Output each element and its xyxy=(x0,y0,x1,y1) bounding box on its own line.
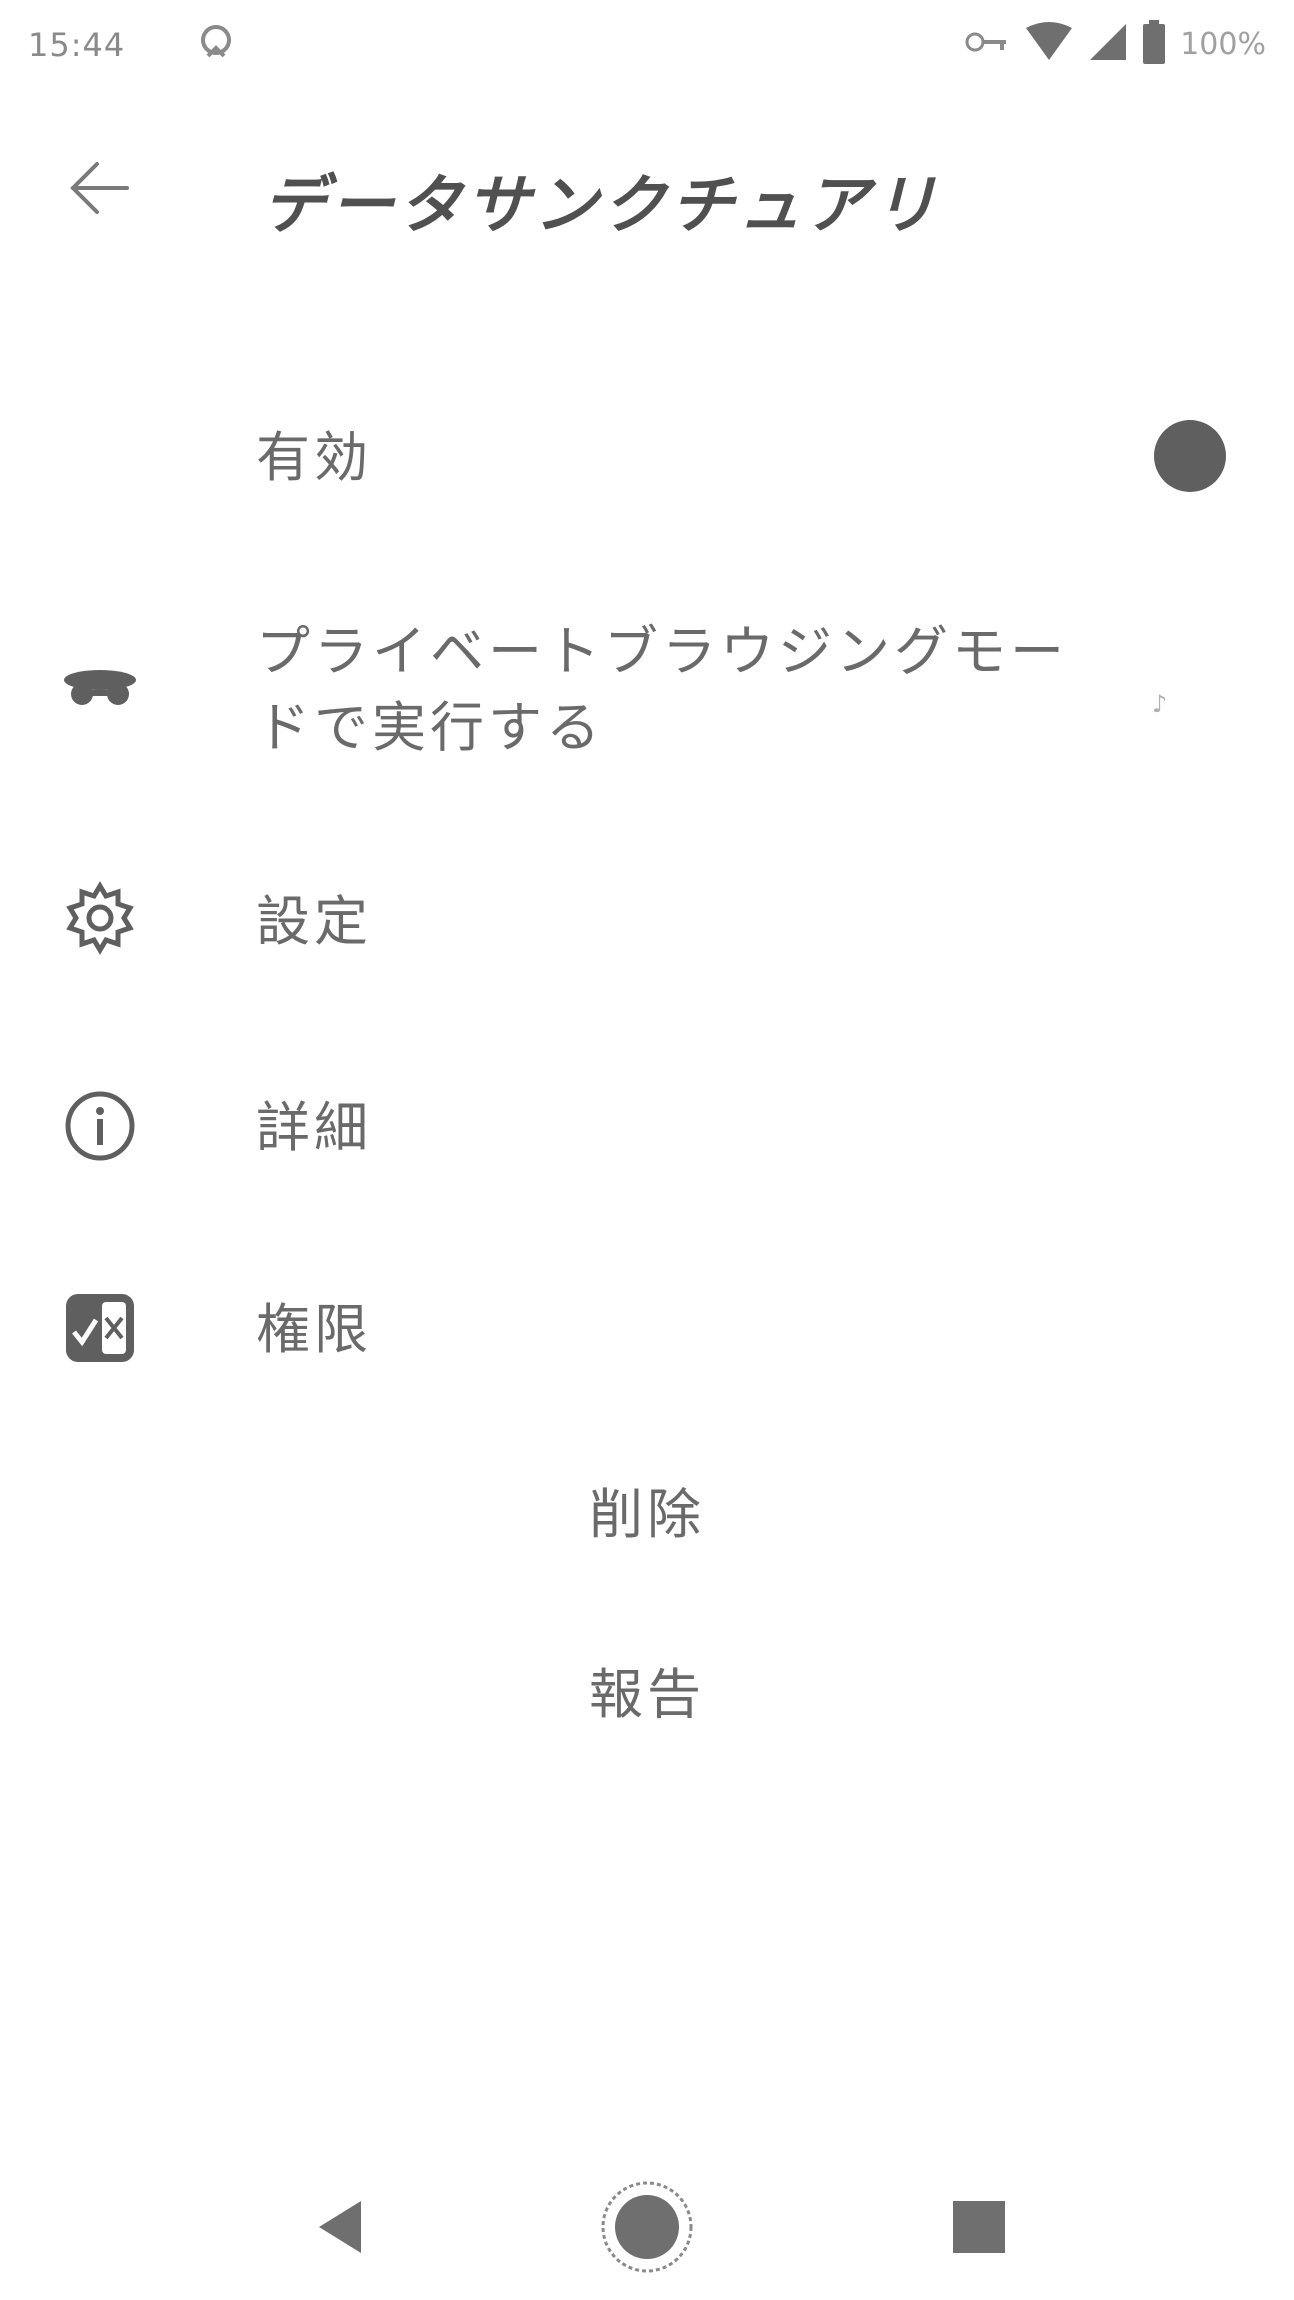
status-bar: 15:44 100% xyxy=(0,0,1294,96)
circle-home-icon xyxy=(597,2177,697,2281)
enabled-label: 有効 xyxy=(256,426,372,489)
settings-row[interactable]: 設定 xyxy=(0,866,1294,976)
signal-icon xyxy=(1088,22,1128,66)
arrow-left-icon xyxy=(63,158,133,222)
nav-home-button[interactable] xyxy=(592,2174,702,2284)
battery-icon xyxy=(1142,20,1166,68)
battery-percentage: 100% xyxy=(1180,26,1266,62)
page-title: データサンクチュアリ xyxy=(262,169,941,243)
enabled-toggle[interactable] xyxy=(1154,420,1226,492)
permissions-label: 権限 xyxy=(256,1298,372,1361)
status-time: 15:44 xyxy=(28,26,126,64)
permissions-row[interactable]: 権限 xyxy=(0,1274,1294,1384)
incognito-icon xyxy=(58,646,142,730)
permissions-icon xyxy=(58,1286,142,1370)
enabled-row[interactable]: 有効 xyxy=(0,408,1294,508)
square-recents-icon xyxy=(949,2197,1009,2261)
info-icon xyxy=(58,1084,142,1168)
nav-back-button[interactable] xyxy=(286,2174,396,2284)
private-browsing-label-line1: プライベートブラウジングモー xyxy=(256,620,1068,683)
wifi-icon xyxy=(1024,22,1074,66)
status-icons: 100% xyxy=(964,20,1266,68)
private-browsing-row[interactable]: プライベートブラウジングモー ドで実行する xyxy=(0,610,1294,770)
private-browsing-mark: ♪ xyxy=(1152,690,1168,718)
details-label: 詳細 xyxy=(256,1096,372,1159)
report-button[interactable]: 報告 xyxy=(0,1650,1294,1729)
settings-label: 設定 xyxy=(256,890,372,953)
key-icon xyxy=(964,30,1010,58)
nav-recents-button[interactable] xyxy=(924,2174,1034,2284)
app-bar: データサンクチュアリ xyxy=(0,120,1294,260)
private-browsing-label-line2: ドで実行する xyxy=(256,696,604,759)
navigation-bar xyxy=(0,2150,1294,2300)
details-row[interactable]: 詳細 xyxy=(0,1072,1294,1182)
triangle-back-icon xyxy=(311,2197,371,2261)
notification-icon xyxy=(196,22,236,62)
delete-button[interactable]: 削除 xyxy=(0,1470,1294,1549)
gear-icon xyxy=(58,876,142,960)
back-button[interactable] xyxy=(56,148,140,232)
